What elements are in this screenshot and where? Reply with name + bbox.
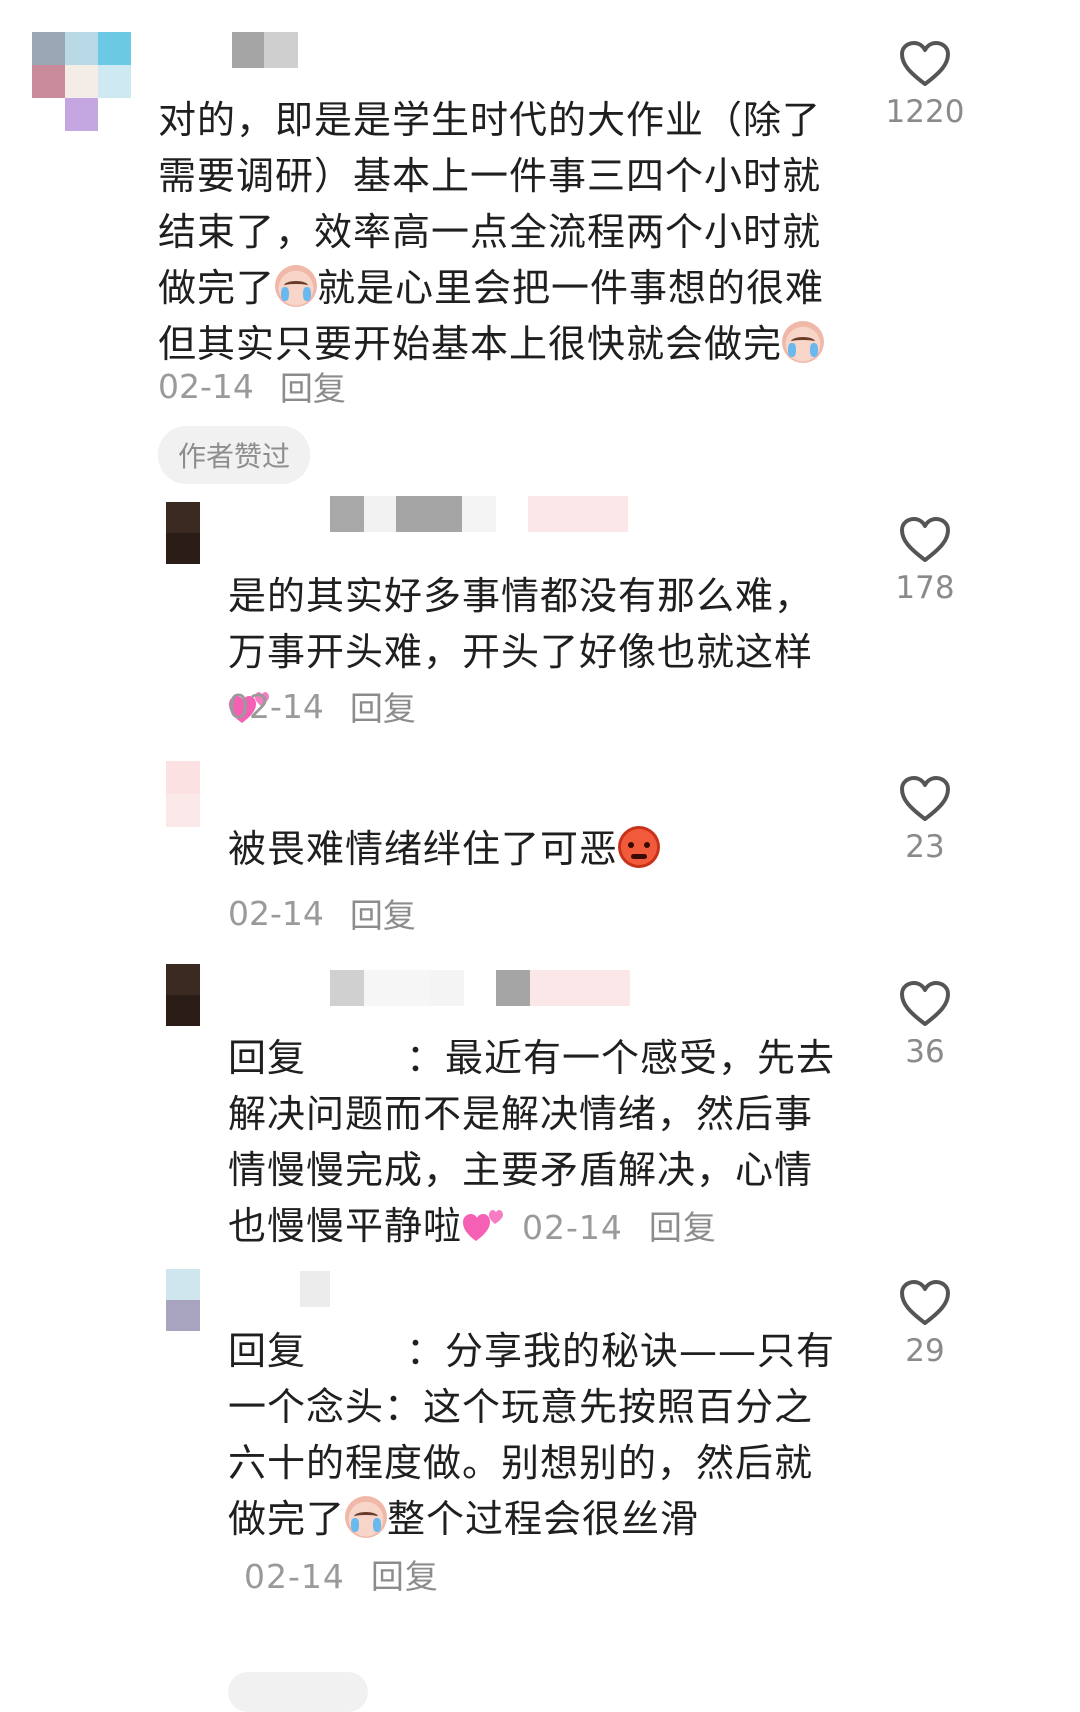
comment-date: 02-14 [522,1208,623,1247]
partial-badge [228,1672,368,1712]
reply-button[interactable]: 回复 [371,1549,439,1605]
comment-3: 被畏难情绪绊住了可恶 02-14 回复 23 [0,755,1080,955]
like-button[interactable]: 1220 [870,40,980,130]
loudly-crying-face-icon [345,1496,388,1538]
comment-meta: 02-14 回复 [228,889,416,937]
comment-meta: 02-14 回复 [158,362,346,410]
username[interactable] [330,496,628,532]
loudly-crying-face-icon [782,321,825,363]
heart-outline-icon [900,517,950,562]
like-count: 29 [905,1333,945,1369]
like-button[interactable]: 36 [870,980,980,1070]
loudly-crying-face-icon [275,265,318,307]
comment-meta: 02-14 回复 [522,1200,717,1256]
heart-outline-icon [900,776,950,821]
reply-button[interactable]: 回复 [350,682,416,730]
comment-text: 被畏难情绪绊住了可恶 [228,821,848,877]
comment-text: 回复 ：最近有一个感受，先去解决问题而不是解决情绪，然后事情慢慢完成，主要矛盾解决… [228,1030,848,1256]
avatar[interactable] [166,1269,200,1331]
like-button[interactable]: 23 [870,775,980,865]
like-count: 36 [905,1034,945,1070]
like-count: 1220 [885,94,965,130]
heart-outline-icon [900,41,950,86]
comment-date: 02-14 [228,686,324,726]
comment-5: 回复 ：分享我的秘诀——只有一个念头：这个玩意先按照百分之六十的程度做。别想别的，… [0,1265,1080,1665]
comment-text: 回复 ：分享我的秘诀——只有一个念头：这个玩意先按照百分之六十的程度做。别想别的，… [228,1323,848,1605]
reply-button[interactable]: 回复 [280,362,346,410]
username[interactable] [330,970,630,1006]
comment-date: 02-14 [244,1557,345,1596]
avatar[interactable] [166,502,200,564]
comment-text: 对的，即是是学生时代的大作业（除了需要调研）基本上一件事三四个小时就结束了，效率… [158,98,825,366]
avatar[interactable] [32,32,132,132]
reply-prefix: 回复 [228,1329,307,1373]
like-button[interactable]: 178 [870,516,980,606]
reply-button[interactable]: 回复 [350,889,416,937]
comment-1: 对的，即是是学生时代的大作业（除了需要调研）基本上一件事三四个小时就结束了，效率… [0,0,1080,484]
comment-date: 02-14 [158,366,254,406]
avatar[interactable] [166,964,200,1026]
avatar[interactable] [166,761,200,827]
username[interactable] [300,1271,330,1307]
author-liked-badge: 作者赞过 [158,426,311,484]
heart-outline-icon [900,1280,950,1325]
two-hearts-icon [463,1210,504,1241]
comment-2: 是的其实好多事情都没有那么难，万事开头难，开头了好像也就这样 02-14 回复 … [0,490,1080,740]
angry-face-icon [618,826,661,868]
like-button[interactable]: 29 [870,1279,980,1369]
heart-outline-icon [900,981,950,1026]
reply-prefix: 回复 [228,1036,307,1080]
comment-4: 回复 ：最近有一个感受，先去解决问题而不是解决情绪，然后事情慢慢完成，主要矛盾解决… [0,960,1080,1260]
like-count: 178 [895,570,955,606]
reply-button[interactable]: 回复 [649,1200,717,1256]
like-count: 23 [905,829,945,865]
comment-meta: 02-14 回复 [228,682,416,730]
username[interactable] [232,32,298,68]
comment-date: 02-14 [228,893,324,933]
comment-meta: 02-14 回复 [244,1549,439,1605]
